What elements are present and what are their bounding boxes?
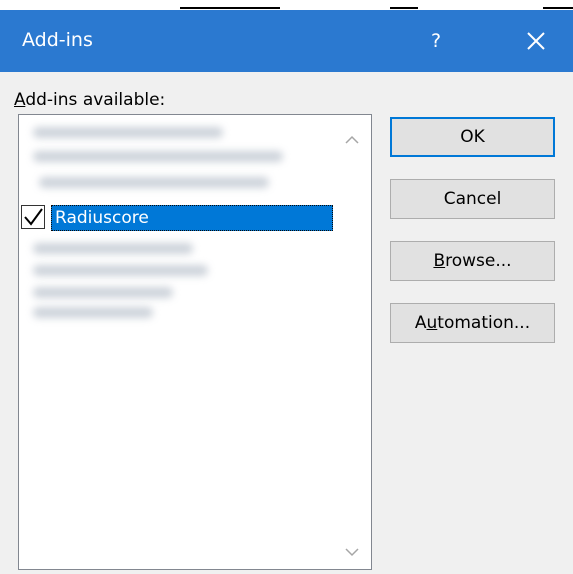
background-underline (390, 7, 418, 9)
redacted-list-item (33, 243, 193, 254)
background-window-strip (0, 0, 573, 10)
redacted-list-item (33, 151, 283, 162)
chevron-up-icon (345, 135, 359, 144)
background-underline (543, 7, 573, 9)
ok-button[interactable]: OK (390, 117, 555, 157)
close-button[interactable] (510, 10, 562, 72)
help-button[interactable]: ? (412, 10, 460, 72)
redacted-list-item (33, 287, 173, 298)
browse-button[interactable]: Browse... (390, 241, 555, 281)
redacted-list-item (33, 265, 208, 276)
help-icon: ? (430, 30, 442, 52)
dialog-title: Add-ins (22, 29, 93, 51)
close-icon (527, 32, 545, 50)
addins-listbox[interactable]: Radiuscore (18, 114, 372, 570)
redacted-list-item (33, 127, 223, 138)
scroll-up-arrow[interactable] (341, 131, 363, 149)
redacted-list-item (33, 307, 153, 318)
title-bar: Add-ins ? (0, 10, 573, 72)
checkmark-icon (24, 208, 43, 226)
automation-button[interactable]: Automation... (390, 303, 555, 343)
background-underline (180, 7, 280, 9)
chevron-down-icon (345, 548, 359, 557)
scroll-down-arrow[interactable] (341, 543, 363, 561)
redacted-list-item (39, 177, 269, 188)
cancel-button[interactable]: Cancel (390, 179, 555, 219)
radiuscore-checkbox[interactable] (21, 205, 45, 229)
radiuscore-label: Radiuscore (55, 208, 149, 228)
addins-list-label: Add-ins available: (14, 90, 166, 110)
